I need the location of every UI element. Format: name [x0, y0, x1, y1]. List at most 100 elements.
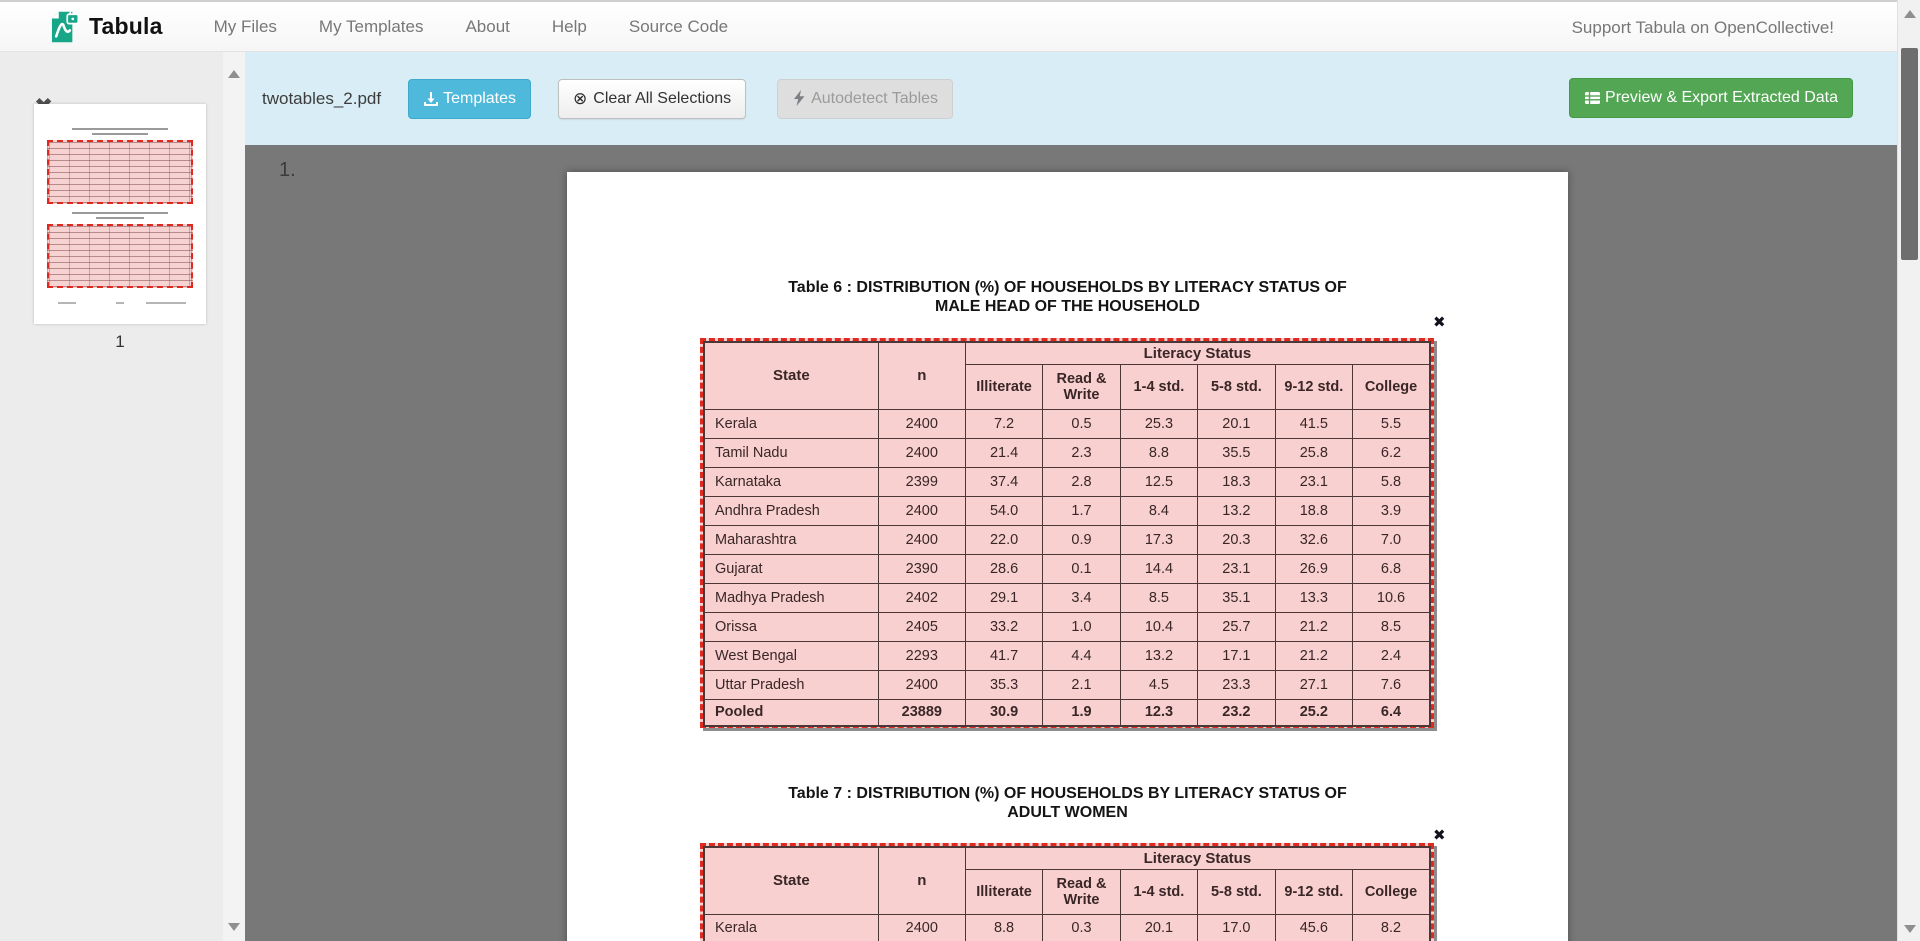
- value-cell: 12.3: [1120, 699, 1197, 726]
- value-cell: 23.1: [1198, 554, 1275, 583]
- thumbnail-footer-mark: [116, 302, 124, 304]
- pdf-page-1[interactable]: Table 6 : DISTRIBUTION (%) OF HOUSEHOLDS…: [567, 172, 1568, 941]
- value-cell: 23889: [878, 699, 965, 726]
- table6-selection-box[interactable]: State n Literacy Status Illiterate Read …: [700, 338, 1434, 728]
- value-cell: 2.4: [1353, 641, 1430, 670]
- nav-my-files[interactable]: My Files: [193, 17, 298, 37]
- value-cell: 29.1: [965, 583, 1042, 612]
- page-1-thumbnail[interactable]: [34, 104, 206, 324]
- value-cell: 23.2: [1198, 699, 1275, 726]
- sidebar-scrollbar[interactable]: [223, 52, 245, 941]
- value-cell: 0.9: [1043, 525, 1120, 554]
- value-cell: 7.0: [1353, 525, 1430, 554]
- value-cell: 35.3: [965, 670, 1042, 699]
- toolbar: twotables_2.pdf Templates ⊗ Clear All Se…: [245, 52, 1897, 145]
- value-cell: 23.3: [1198, 670, 1275, 699]
- table-row: Pooled2388930.91.912.323.225.26.4: [704, 699, 1430, 726]
- table-row: Maharashtra240022.00.917.320.332.67.0: [704, 525, 1430, 554]
- nav-source-code[interactable]: Source Code: [608, 17, 749, 37]
- column-header: Read & Write: [1043, 869, 1120, 914]
- value-cell: 25.3: [1120, 409, 1197, 438]
- value-cell: 18.8: [1275, 496, 1352, 525]
- table-list-icon: [1584, 90, 1601, 106]
- scroll-up-arrow-icon[interactable]: [1904, 10, 1916, 18]
- brand-title: Tabula: [89, 13, 163, 40]
- value-cell: 1.7: [1043, 496, 1120, 525]
- tabula-pdf-lock-icon: [46, 8, 80, 46]
- navbar: Tabula My Files My Templates About Help …: [0, 0, 1920, 52]
- table7-title-line1: Table 7 : DISTRIBUTION (%) OF HOUSEHOLDS…: [567, 784, 1568, 803]
- scroll-down-arrow-icon[interactable]: [1904, 925, 1916, 933]
- value-cell: 54.0: [965, 496, 1042, 525]
- thumbnail-footer-mark: [146, 302, 186, 304]
- column-header: State: [704, 342, 878, 409]
- value-cell: 45.6: [1275, 914, 1352, 941]
- value-cell: 1.0: [1043, 612, 1120, 641]
- state-cell: Uttar Pradesh: [704, 670, 878, 699]
- value-cell: 7.2: [965, 409, 1042, 438]
- table-row: Orissa240533.21.010.425.721.28.5: [704, 612, 1430, 641]
- value-cell: 37.4: [965, 467, 1042, 496]
- value-cell: 10.4: [1120, 612, 1197, 641]
- value-cell: 2390: [878, 554, 965, 583]
- value-cell: 6.8: [1353, 554, 1430, 583]
- value-cell: 30.9: [965, 699, 1042, 726]
- state-cell: Madhya Pradesh: [704, 583, 878, 612]
- clear-all-selections-button[interactable]: ⊗ Clear All Selections: [558, 79, 746, 119]
- value-cell: 2400: [878, 409, 965, 438]
- preview-export-button[interactable]: Preview & Export Extracted Data: [1569, 78, 1853, 118]
- window-scrollbar-thumb[interactable]: [1901, 48, 1918, 260]
- thumbnail-title-line: [96, 217, 144, 219]
- selection1-close-icon[interactable]: ✖: [1433, 315, 1446, 330]
- export-button-label: Preview & Export Extracted Data: [1605, 89, 1838, 107]
- value-cell: 41.5: [1275, 409, 1352, 438]
- table7-title: Table 7 : DISTRIBUTION (%) OF HOUSEHOLDS…: [567, 784, 1568, 822]
- selection2-close-icon[interactable]: ✖: [1433, 828, 1446, 843]
- value-cell: 25.2: [1275, 699, 1352, 726]
- value-cell: 0.1: [1043, 554, 1120, 583]
- value-cell: 2400: [878, 670, 965, 699]
- value-cell: 17.0: [1198, 914, 1275, 941]
- support-opencollective-link[interactable]: Support Tabula on OpenCollective!: [1572, 18, 1834, 38]
- column-header: 9-12 std.: [1275, 869, 1352, 914]
- group-header: Literacy Status: [965, 342, 1430, 364]
- scroll-up-arrow-icon[interactable]: [228, 70, 240, 78]
- value-cell: 0.5: [1043, 409, 1120, 438]
- value-cell: 13.3: [1275, 583, 1352, 612]
- pdf-viewer: 1. Table 6 : DISTRIBUTION (%) OF HOUSEHO…: [245, 145, 1897, 941]
- state-cell: Kerala: [704, 914, 878, 941]
- value-cell: 2.8: [1043, 467, 1120, 496]
- column-header: Illiterate: [965, 869, 1042, 914]
- table-row: Tamil Nadu240021.42.38.835.525.86.2: [704, 438, 1430, 467]
- circle-x-icon: ⊗: [573, 89, 587, 109]
- column-header: State: [704, 847, 878, 914]
- autodetect-tables-button[interactable]: Autodetect Tables: [777, 79, 953, 119]
- value-cell: 0.3: [1043, 914, 1120, 941]
- window-scrollbar[interactable]: [1897, 0, 1920, 941]
- table-row: Karnataka239937.42.812.518.323.15.8: [704, 467, 1430, 496]
- column-header: 1-4 std.: [1120, 869, 1197, 914]
- brand-home-link[interactable]: Tabula: [46, 8, 163, 46]
- thumbnail-page-number: 1: [34, 332, 206, 352]
- nav-help[interactable]: Help: [531, 17, 608, 37]
- table7-title-line2: ADULT WOMEN: [567, 803, 1568, 822]
- nav-my-templates[interactable]: My Templates: [298, 17, 445, 37]
- value-cell: 8.2: [1353, 914, 1430, 941]
- templates-button[interactable]: Templates: [408, 79, 531, 119]
- scroll-down-arrow-icon[interactable]: [228, 923, 240, 931]
- table7-selection-box[interactable]: State n Literacy Status Illiterate Read …: [700, 843, 1434, 941]
- group-header: Literacy Status: [965, 847, 1430, 869]
- thumbnail-footer-mark: [58, 302, 76, 304]
- thumbnail-selection-2: [47, 224, 193, 288]
- state-cell: Andhra Pradesh: [704, 496, 878, 525]
- value-cell: 28.6: [965, 554, 1042, 583]
- nav-about[interactable]: About: [444, 17, 530, 37]
- value-cell: 1.9: [1043, 699, 1120, 726]
- table6-title: Table 6 : DISTRIBUTION (%) OF HOUSEHOLDS…: [567, 278, 1568, 316]
- column-header: 1-4 std.: [1120, 364, 1197, 409]
- column-header: 5-8 std.: [1198, 364, 1275, 409]
- table6-title-line1: Table 6 : DISTRIBUTION (%) OF HOUSEHOLDS…: [567, 278, 1568, 297]
- value-cell: 5.8: [1353, 467, 1430, 496]
- value-cell: 23.1: [1275, 467, 1352, 496]
- column-header: n: [878, 342, 965, 409]
